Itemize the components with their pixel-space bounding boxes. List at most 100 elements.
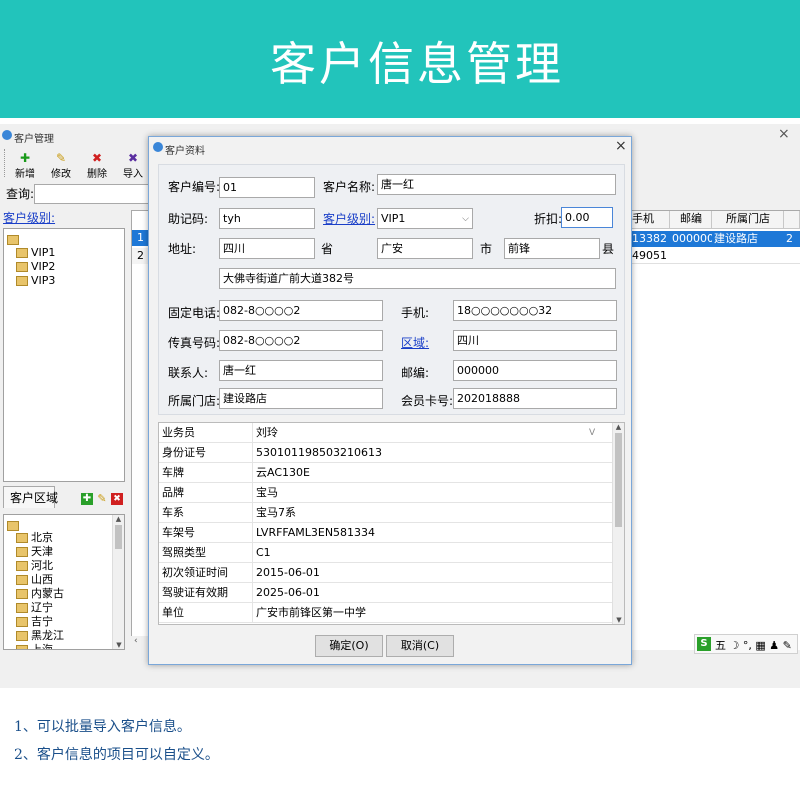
customer-info-dialog: 客户资料 × 客户编号: 01 客户名称: 唐一红 助记码: tyh 客户级别:… [148, 136, 632, 665]
property-row[interactable]: 车架号 LVRFFAML3EN581334 [159, 523, 612, 543]
tree-item[interactable]: VIP2 [16, 260, 55, 273]
search-label: 查询: [6, 187, 35, 201]
grid-right: 手机 邮编 所属门店 13382 000000 建设路店 2 49051 [630, 210, 800, 650]
scroll-left-icon[interactable]: ‹ [131, 636, 149, 650]
dialog-app-icon [153, 142, 163, 152]
delete-button[interactable]: ✖ 删除 [82, 151, 112, 180]
phone-label: 固定电话: [168, 306, 221, 320]
region-scrollbar[interactable]: ▲ ▼ [112, 515, 124, 649]
region-field[interactable]: 四川 [453, 330, 617, 351]
mnemonic-field[interactable]: tyh [219, 208, 315, 229]
ime-bar[interactable]: S 五 ☽ °, ▦ ♟ ✎ [694, 634, 798, 654]
region-tree: 北京 天津 河北 山西 内蒙古 辽宁 吉宁 黑龙江 上海 ▲ ▼ [3, 514, 125, 650]
province-field[interactable]: 四川 [219, 238, 315, 259]
search-input[interactable] [34, 184, 150, 204]
property-row[interactable]: 驾照类型 C1 [159, 543, 612, 563]
ime-status: 五 ☽ °, ▦ ♟ ✎ [715, 639, 792, 652]
ime-logo-icon: S [697, 637, 711, 651]
tree-item[interactable]: 吉宁 [16, 615, 53, 628]
zip-label: 邮编: [401, 366, 430, 380]
name-field[interactable]: 唐一红 [377, 174, 616, 195]
property-row[interactable]: 车牌 云AC130E [159, 463, 612, 483]
property-row[interactable]: 驾驶证有效期 2025-06-01 [159, 583, 612, 603]
street-field[interactable]: 大佛寺街道广前大道382号 [219, 268, 616, 289]
toolbar-grip [4, 149, 5, 177]
grid-corner [132, 211, 148, 229]
note-1: 1、可以批量导入客户信息。 [14, 719, 191, 735]
region-edit-icon[interactable]: ✎ [96, 493, 108, 505]
window-close-icon[interactable]: × [778, 126, 790, 142]
chevron-down-icon[interactable]: V [589, 423, 595, 443]
scroll-up-icon[interactable]: ▲ [613, 423, 624, 431]
ok-button[interactable]: 确定(O) [315, 635, 383, 657]
grid-left-edge [131, 210, 149, 650]
table-row[interactable]: 49051 [630, 248, 800, 264]
region-tab[interactable]: 客户区域 [3, 486, 58, 508]
delete-icon: ✖ [91, 151, 103, 165]
property-row[interactable]: 品牌 宝马 [159, 483, 612, 503]
fax-field[interactable]: 082-8○○○○2 [219, 330, 383, 351]
card-field[interactable]: 202018888 [453, 388, 617, 409]
cancel-button[interactable]: 取消(C) [386, 635, 454, 657]
chevron-down-icon: ⌵ [462, 214, 469, 224]
tree-item[interactable]: 河北 [16, 559, 53, 572]
mobile-field[interactable]: 18○○○○○○○32 [453, 300, 617, 321]
tree-item[interactable]: 天津 [16, 545, 53, 558]
property-row[interactable]: 初次领证时间 2015-06-01 [159, 563, 612, 583]
folder-icon [16, 248, 28, 258]
tree-item[interactable]: 北京 [16, 531, 53, 544]
address-label: 地址: [168, 242, 197, 256]
properties-scrollbar[interactable]: ▲ ▼ [612, 423, 624, 624]
property-row[interactable]: 业务员 刘玲 V [159, 423, 612, 443]
window-title: 客户管理 [14, 134, 54, 145]
region-add-icon[interactable]: ✚ [81, 493, 93, 505]
banner-title: 客户信息管理 [270, 37, 564, 91]
edit-button[interactable]: ✎ 修改 [46, 151, 76, 180]
property-row[interactable]: 身份证号 530101198503210613 [159, 443, 612, 463]
row-number[interactable]: 2 [132, 248, 148, 264]
discount-label: 折扣: [534, 212, 563, 226]
column-header-extra [784, 211, 800, 229]
level-tree: VIP1 VIP2 VIP3 [3, 228, 125, 482]
region-delete-icon[interactable]: ✖ [111, 493, 123, 505]
card-label: 会员卡号: [401, 394, 454, 408]
fax-label: 传真号码: [168, 336, 221, 350]
column-header-zip[interactable]: 邮编 [670, 211, 712, 229]
name-label: 客户名称: [323, 180, 376, 194]
property-row[interactable]: 单位 广安市前锋区第一中学 [159, 603, 612, 623]
column-header-mobile[interactable]: 手机 [630, 211, 670, 229]
scroll-down-icon[interactable]: ▼ [613, 616, 624, 624]
dialog-close-icon[interactable]: × [615, 138, 627, 154]
tree-item[interactable]: VIP3 [16, 274, 55, 287]
store-field[interactable]: 建设路店 [219, 388, 383, 409]
contact-field[interactable]: 唐一红 [219, 360, 383, 381]
property-row[interactable]: 车系 宝马7系 [159, 503, 612, 523]
county-field[interactable]: 前锋 [504, 238, 600, 259]
level-select[interactable]: VIP1 ⌵ [377, 208, 473, 229]
tree-item[interactable]: 辽宁 [16, 601, 53, 614]
tree-item[interactable]: VIP1 [16, 246, 55, 259]
tree-item[interactable]: 内蒙古 [16, 587, 64, 600]
dialog-title: 客户资料 [165, 146, 205, 157]
row-number[interactable]: 1 [132, 230, 148, 246]
discount-field[interactable]: 0.00 [561, 207, 613, 228]
table-row[interactable]: 13382 000000 建设路店 2 [630, 231, 800, 247]
tree-item[interactable]: 上海 [16, 643, 53, 649]
region-link[interactable]: 区域: [401, 335, 429, 351]
code-label: 客户编号: [168, 180, 221, 194]
tree-item[interactable]: 山西 [16, 573, 53, 586]
column-header-store[interactable]: 所属门店 [712, 211, 784, 229]
code-field[interactable]: 01 [219, 177, 315, 198]
level-link[interactable]: 客户级别: [323, 211, 375, 227]
scroll-thumb[interactable] [615, 433, 622, 527]
customer-level-link[interactable]: 客户级别: [3, 210, 55, 226]
add-icon: ✚ [19, 151, 31, 165]
contact-label: 联系人: [168, 366, 209, 380]
zip-field[interactable]: 000000 [453, 360, 617, 381]
city-field[interactable]: 广安 [377, 238, 473, 259]
phone-field[interactable]: 082-8○○○○2 [219, 300, 383, 321]
add-button[interactable]: ✚ 新增 [10, 151, 40, 180]
root-folder-icon [7, 232, 22, 246]
tree-item[interactable]: 黑龙江 [16, 629, 64, 642]
import-button[interactable]: ✖ 导入 [118, 151, 148, 180]
